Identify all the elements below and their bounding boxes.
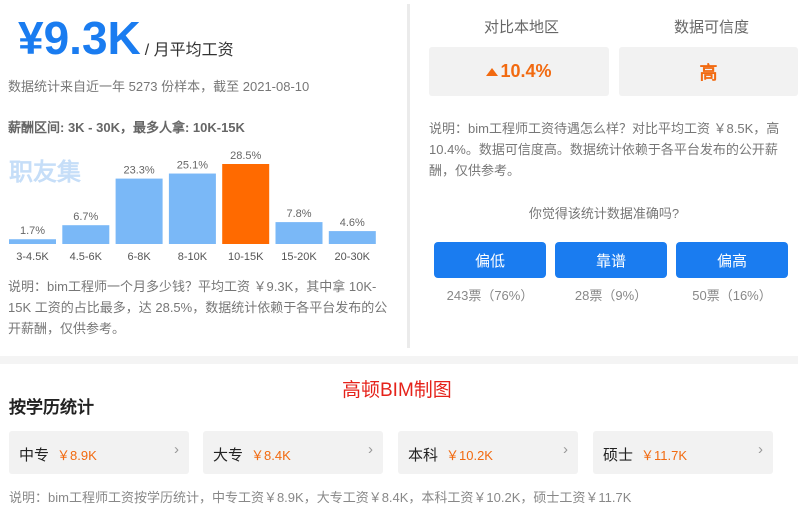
salary-description: 说明：bim工程师一个月多少钱？平均工资 ￥9.3K，其中拿 10K-15K 工… <box>8 279 388 336</box>
category-label: 10-15K <box>228 251 264 263</box>
education-section-title: 按学历统计 <box>9 398 94 417</box>
vote-low-button[interactable]: 偏低 <box>434 242 546 278</box>
education-card-dazhuan[interactable]: 大专 ￥8.4K › <box>203 431 383 474</box>
education-salary: ￥11.7K <box>641 448 688 463</box>
section-divider <box>0 356 798 364</box>
compare-description: 说明：bim工程师工资待遇怎么样？对比平均工资 ￥8.5K，高 10.4%。数据… <box>429 121 780 178</box>
category-label: 15-20K <box>281 251 317 263</box>
education-card-benke[interactable]: 本科 ￥10.2K › <box>398 431 578 474</box>
bar-4.5-6K <box>62 225 110 244</box>
category-label: 3-4.5K <box>16 251 49 263</box>
compare-panel: 对比本地区 数据可信度 10.4% 高 说明：bim工程师工资待遇怎么样？对比平… <box>410 0 798 350</box>
education-description: 说明：bim工程师工资按学历统计，中专工资￥8.9K，大专工资￥8.4K，本科工… <box>9 490 632 505</box>
bar-value-label: 28.5% <box>230 150 261 162</box>
category-label: 6-8K <box>127 251 151 263</box>
bar-10-15K <box>222 164 270 244</box>
bar-value-label: 23.3% <box>123 165 154 177</box>
chevron-right-icon: › <box>368 441 373 458</box>
education-salary: ￥8.4K <box>251 448 291 463</box>
credibility-box: 高 <box>619 47 798 96</box>
education-name: 本科 <box>408 447 439 464</box>
chevron-right-icon: › <box>758 441 763 458</box>
salary-range: 薪酬区间: 3K - 30K，最多人拿: 10K-15K <box>8 120 245 135</box>
education-name: 中专 <box>19 447 50 464</box>
vote-accurate-button[interactable]: 靠谱 <box>555 242 667 278</box>
category-label: 4.5-6K <box>70 251 103 263</box>
vote-high-count: 50票（16%） <box>692 288 772 303</box>
bar-value-label: 1.7% <box>20 225 45 237</box>
category-label: 8-10K <box>178 251 208 263</box>
image-caption: 高顿BIM制图 <box>342 380 452 401</box>
category-label: 20-30K <box>335 251 371 263</box>
salary-distribution-chart: 1.7% 3-4.5K 6.7% 4.5-6K 23.3% 6-8K 25.1% 8-10K 2… <box>6 140 378 265</box>
up-arrow-icon <box>486 67 499 76</box>
education-salary: ￥10.2K <box>446 448 493 463</box>
education-card-shuoshi[interactable]: 硕士 ￥11.7K › <box>593 431 773 474</box>
chevron-right-icon: › <box>563 441 568 458</box>
bar-value-label: 7.8% <box>286 208 311 220</box>
vote-accurate-count: 28票（9%） <box>574 288 648 303</box>
chart-svg: 1.7% 3-4.5K 6.7% 4.5-6K 23.3% 6-8K 25.1% 8-10K 2… <box>9 150 376 263</box>
average-salary: ¥9.3K <box>18 12 141 64</box>
bar-6-8K <box>115 178 163 244</box>
vote-high-button[interactable]: 偏高 <box>676 242 788 278</box>
salary-unit: / 月平均工资 <box>144 42 234 59</box>
bar-value-label: 25.1% <box>177 160 208 172</box>
bar-15-20K <box>275 222 323 244</box>
region-compare-value: 10.4% <box>500 61 552 81</box>
education-salary: ￥8.9K <box>57 448 97 463</box>
bar-value-label: 4.6% <box>340 217 365 229</box>
education-card-zhongzhuan[interactable]: 中专 ￥8.9K › <box>9 431 189 474</box>
vote-question: 你觉得该统计数据准确吗? <box>528 206 680 221</box>
salary-headline: ¥9.3K / 月平均工资 <box>18 10 234 66</box>
credibility-header: 数据可信度 <box>674 19 750 36</box>
bar-3-4.5K <box>9 239 56 244</box>
education-name: 硕士 <box>603 447 634 464</box>
vote-low-count: 243票（76%） <box>446 288 534 303</box>
salary-panel: ¥9.3K / 月平均工资 数据统计来自近一年 5273 份样本，截至 2021… <box>0 0 405 350</box>
compare-region-header: 对比本地区 <box>484 19 560 36</box>
chevron-right-icon: › <box>174 441 179 458</box>
bar-8-10K <box>168 173 216 244</box>
region-compare-box: 10.4% <box>429 47 609 96</box>
bar-value-label: 6.7% <box>73 211 98 223</box>
education-name: 大专 <box>213 447 244 464</box>
sample-info: 数据统计来自近一年 5273 份样本，截至 2021-08-10 <box>8 79 310 94</box>
credibility-value: 高 <box>699 62 718 83</box>
bar-20-30K <box>328 231 376 244</box>
